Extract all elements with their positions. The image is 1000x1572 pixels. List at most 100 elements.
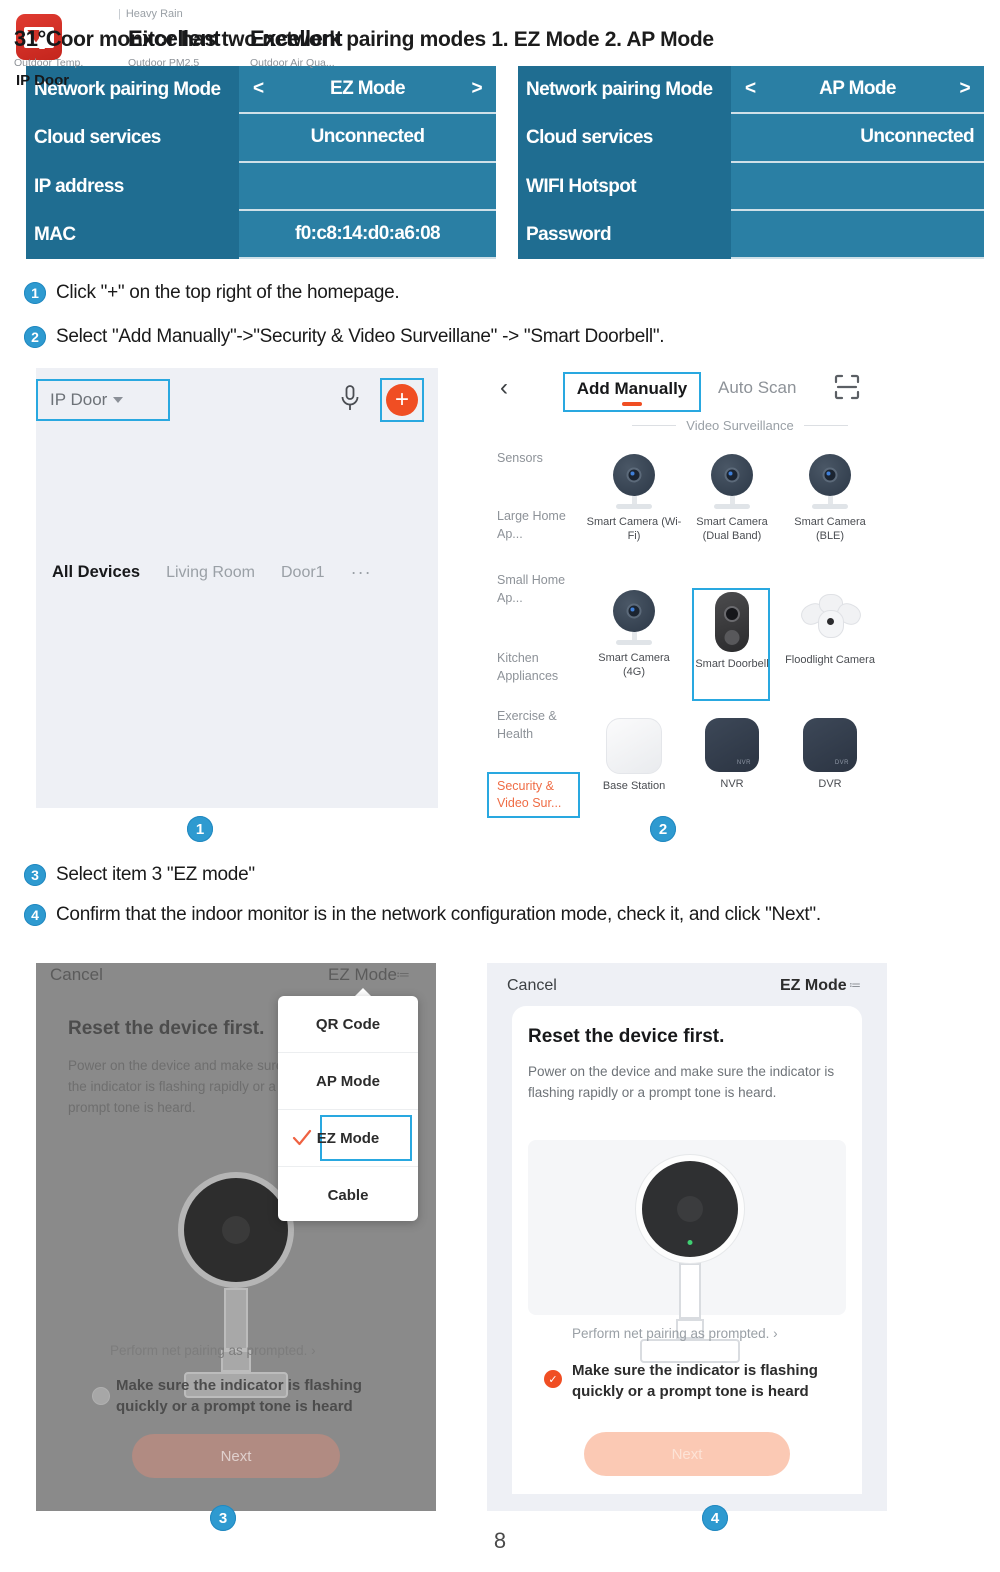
back-icon[interactable]: ‹ (500, 374, 508, 402)
home-family-selector[interactable]: IP Door (36, 379, 170, 421)
manual-page: Indoor monitor has two network pairing m… (0, 0, 1000, 1572)
room-tab-bar: All Devices Living Room Door1 ··· (52, 562, 422, 583)
device-tile-smart-camera-ble[interactable]: Smart Camera (BLE) (782, 454, 878, 544)
sidebar-item-security-video-surveillance[interactable]: Security & Video Sur... (487, 772, 580, 818)
cancel-button-shot3[interactable]: Cancel (50, 965, 103, 985)
camera-icon (608, 590, 660, 646)
ez-mode-selector[interactable]: < EZ Mode > (239, 66, 496, 115)
camera-icon (608, 454, 660, 510)
ez-mode-spec-table: Network pairing Mode Cloud services IP a… (26, 66, 496, 259)
mode-toggle-icon-shot4[interactable]: ≔ (849, 978, 861, 992)
home-family-name: IP Door (50, 390, 108, 409)
device-tile-label: Smart Camera (Wi-Fi) (586, 516, 682, 542)
menu-item-ez-mode[interactable]: EZ Mode (278, 1110, 418, 1167)
ap-password-value (731, 211, 984, 259)
tab-auto-scan[interactable]: Auto Scan (718, 378, 796, 398)
ap-cloud-services-value: Unconnected (731, 114, 984, 163)
dvr-tag-label: DVR (834, 760, 849, 766)
sidebar-item-security-label: Security & Video Sur... (497, 779, 562, 810)
step-3-text: Select item 3 "EZ mode" (56, 864, 255, 885)
sidebar-item-small-home-appliances[interactable]: Small Home Ap... (497, 572, 577, 607)
step-1: 1 Click "+" on the top right of the home… (24, 280, 924, 305)
mode-selector-shot3[interactable]: EZ Mode (328, 965, 397, 985)
sidebar-item-large-home-appliances[interactable]: Large Home Ap... (497, 508, 577, 543)
step-4: 4 Confirm that the indoor monitor is in … (24, 902, 904, 927)
mode-selector-shot4[interactable]: EZ Mode (780, 977, 847, 995)
reset-body-shot3: Power on the device and make sure the in… (68, 1058, 284, 1115)
menu-item-cable[interactable]: Cable (278, 1167, 418, 1223)
device-tile-smart-camera-wifi[interactable]: Smart Camera (Wi-Fi) (586, 454, 682, 544)
page-number: 8 (493, 1528, 507, 1553)
device-tile-smart-camera-dual-band[interactable]: Smart Camera (Dual Band) (684, 454, 780, 544)
step-1-text: Click "+" on the top right of the homepa… (56, 282, 400, 303)
menu-item-cable-label: Cable (327, 1186, 369, 1204)
ez-table-label-column: Network pairing Mode Cloud services IP a… (26, 66, 239, 259)
device-tile-label: Smart Camera (4G) (598, 652, 670, 678)
smart-doorbell-highlight (692, 588, 770, 701)
confirm-radio-unchecked[interactable] (92, 1387, 110, 1405)
reset-body-shot4: Power on the device and make sure the in… (528, 1064, 835, 1100)
weather-pm25-label: Outdoor PM2.5 (128, 57, 200, 69)
device-tile-base-station[interactable]: Base Station (586, 718, 682, 794)
scan-icon[interactable] (834, 374, 860, 400)
device-tile-label: DVR (818, 778, 842, 790)
camera-icon (804, 454, 856, 510)
room-tab-all-devices[interactable]: All Devices (52, 563, 140, 582)
room-tab-living-room[interactable]: Living Room (166, 564, 255, 582)
ap-next-arrow[interactable]: > (954, 78, 977, 100)
ez-cloud-services-value: Unconnected (239, 114, 496, 163)
device-tile-floodlight-camera[interactable]: Floodlight Camera (782, 592, 878, 668)
weather-aq-label: Outdoor Air Qua... (250, 57, 335, 69)
step-2: 2 Select "Add Manually"->"Security & Vid… (24, 324, 944, 349)
sidebar-item-kitchen-appliances[interactable]: Kitchen Appliances (497, 650, 577, 685)
next-button-shot3[interactable]: Next (132, 1434, 340, 1478)
device-tile-nvr[interactable]: NVR NVR (684, 718, 780, 792)
device-tile-dvr[interactable]: DVR DVR (782, 718, 878, 792)
chevron-right-icon-shot4: › (773, 1326, 778, 1341)
confirm-radio-checked[interactable]: ✓ (544, 1370, 562, 1388)
ap-wifi-hotspot-value (731, 163, 984, 211)
ez-mode-value: EZ Mode (330, 78, 406, 100)
ez-prev-arrow[interactable]: < (247, 78, 270, 100)
reset-heading-shot3: Reset the device first. (68, 1018, 265, 1039)
ap-mode-selector[interactable]: < AP Mode > (731, 66, 984, 115)
ez-table-value-column: < EZ Mode > Unconnected f0:c8:14:d0:a6:0… (239, 66, 496, 259)
base-station-icon (606, 718, 662, 774)
step-1-badge: 1 (24, 282, 46, 304)
nvr-tag-label: NVR (736, 760, 751, 766)
ap-table-label-column: Network pairing Mode Cloud services WIFI… (518, 66, 731, 259)
ip-door-device-name: IP Door (16, 72, 70, 89)
mode-toggle-icon[interactable]: ≔ (396, 966, 410, 983)
room-tab-door1[interactable]: Door1 (281, 564, 325, 582)
device-tile-label: Smart Camera (Dual Band) (696, 516, 768, 542)
room-tab-more-icon[interactable]: ··· (351, 562, 372, 583)
menu-item-qr-code[interactable]: QR Code (278, 996, 418, 1053)
next-button-shot4[interactable]: Next (584, 1432, 790, 1476)
sidebar-item-exercise-health[interactable]: Exercise & Health (497, 708, 577, 743)
ez-row-label-3: MAC (34, 223, 76, 245)
microphone-icon[interactable] (338, 385, 362, 413)
ez-row-label-1: Cloud services (34, 127, 161, 149)
ez-next-arrow[interactable]: > (466, 78, 489, 100)
perform-pairing-link-shot4[interactable]: Perform net pairing as prompted. › (572, 1326, 778, 1341)
add-device-button-highlight[interactable]: + (380, 378, 424, 422)
menu-item-qr-code-label: QR Code (315, 1015, 381, 1033)
weather-metric-pm25: Excellent Outdoor PM2.5 (128, 26, 221, 69)
tab-add-manually[interactable]: Add Manually (563, 372, 701, 412)
perform-pairing-link-shot3[interactable]: Perform net pairing as prompted. › (110, 1343, 316, 1358)
cancel-button-shot4[interactable]: Cancel (507, 977, 557, 995)
figure-caption-2: 2 (650, 816, 676, 842)
ap-prev-arrow[interactable]: < (739, 78, 762, 100)
device-tile-label: Smart Camera (BLE) (794, 516, 866, 542)
menu-item-ap-mode[interactable]: AP Mode (278, 1053, 418, 1110)
sidebar-item-sensors[interactable]: Sensors (497, 450, 577, 468)
add-device-plus-icon[interactable]: + (386, 384, 418, 416)
menu-item-ap-mode-label: AP Mode (316, 1072, 380, 1090)
step-4-text: Confirm that the indoor monitor is in th… (56, 904, 821, 925)
device-tile-smart-camera-4g[interactable]: Smart Camera (4G) (586, 590, 682, 680)
weather-metric-airquality: Excellent Outdoor Air Qua... (250, 26, 343, 69)
checkmark-icon (292, 1129, 312, 1146)
menu-item-ez-mode-label: EZ Mode (316, 1129, 380, 1147)
perform-pairing-text: Perform net pairing as prompted. (110, 1343, 308, 1358)
weather-pm25-value: Excellent (128, 26, 221, 51)
